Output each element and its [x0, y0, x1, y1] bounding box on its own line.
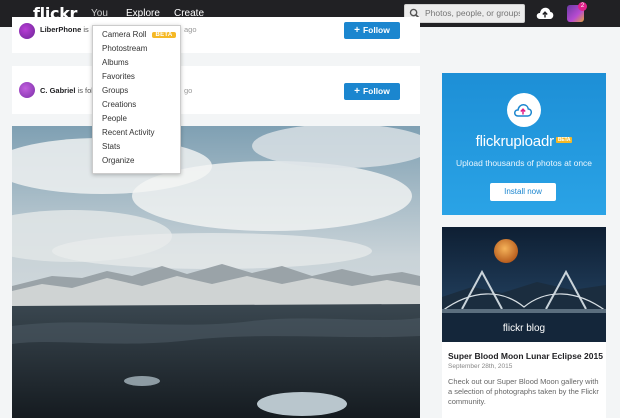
menu-item-stats[interactable]: Stats: [102, 142, 120, 151]
feed-user-name[interactable]: LiberPhone: [40, 25, 81, 34]
upload-cloud-icon: [514, 104, 533, 117]
uploadr-subtitle: Upload thousands of photos at once: [455, 158, 593, 168]
uploadr-brand-text: flickruploadr: [475, 133, 554, 150]
menu-item-organize[interactable]: Organize: [102, 156, 134, 165]
beta-badge: BETA: [555, 137, 573, 143]
feed-partial-text: is: [83, 25, 89, 34]
follow-label: Follow: [362, 86, 390, 96]
menu-item-favorites[interactable]: Favorites: [102, 72, 135, 81]
menu-item-camera-roll[interactable]: Camera Roll BETA: [102, 30, 176, 39]
blog-date: September 28th, 2015: [448, 363, 513, 370]
menu-item-groups[interactable]: Groups: [102, 86, 128, 95]
install-now-button[interactable]: Install now: [490, 183, 556, 201]
menu-item-albums[interactable]: Albums: [102, 58, 129, 67]
feed-user-name[interactable]: C. Gabriel: [40, 86, 75, 95]
user-avatar[interactable]: [19, 23, 35, 39]
upload-cloud-icon[interactable]: [536, 6, 554, 20]
user-avatar[interactable]: [19, 82, 35, 98]
beta-badge: BETA: [152, 32, 176, 38]
menu-item-creations[interactable]: Creations: [102, 100, 136, 109]
follow-label: Follow: [362, 25, 390, 35]
feed-time: ago: [184, 25, 197, 34]
search-input[interactable]: [425, 6, 520, 20]
feed-item-card: LiberPhone is ago + Follow: [12, 17, 420, 53]
feed-item-text: LiberPhone is: [40, 25, 89, 34]
follow-button[interactable]: + Follow: [344, 22, 400, 39]
feed-item-text: C. Gabriel is fol: [40, 86, 93, 95]
feed-item-card: C. Gabriel is fol go + Follow: [12, 66, 420, 114]
you-dropdown-menu: Camera Roll BETA Photostream Albums Favor…: [92, 25, 181, 174]
uploadr-logo: [507, 93, 541, 127]
menu-item-label: Camera Roll: [102, 30, 147, 39]
search-box[interactable]: [404, 4, 525, 23]
menu-item-photostream[interactable]: Photostream: [102, 44, 147, 53]
uploadr-promo-card: flickruploadr BETA Upload thousands of ph…: [442, 73, 606, 215]
feed-photo[interactable]: [12, 126, 420, 418]
menu-item-recent-activity[interactable]: Recent Activity: [102, 128, 154, 137]
blog-card[interactable]: flickr blog Super Blood Moon Lunar Eclip…: [442, 227, 606, 418]
uploadr-brand: flickruploadr BETA: [442, 133, 606, 150]
follow-button[interactable]: + Follow: [344, 83, 400, 100]
flickr-blog-label: flickr blog: [502, 323, 546, 334]
feed-partial-text: is fol: [77, 86, 93, 95]
mountain-landscape-image: [12, 126, 420, 418]
notification-badge[interactable]: 2: [578, 2, 587, 11]
blog-title[interactable]: Super Blood Moon Lunar Eclipse 2015: [448, 351, 603, 361]
feed-time: go: [184, 86, 193, 95]
blog-description: Check out our Super Blood Moon gallery w…: [448, 377, 599, 406]
menu-item-people[interactable]: People: [102, 114, 127, 123]
